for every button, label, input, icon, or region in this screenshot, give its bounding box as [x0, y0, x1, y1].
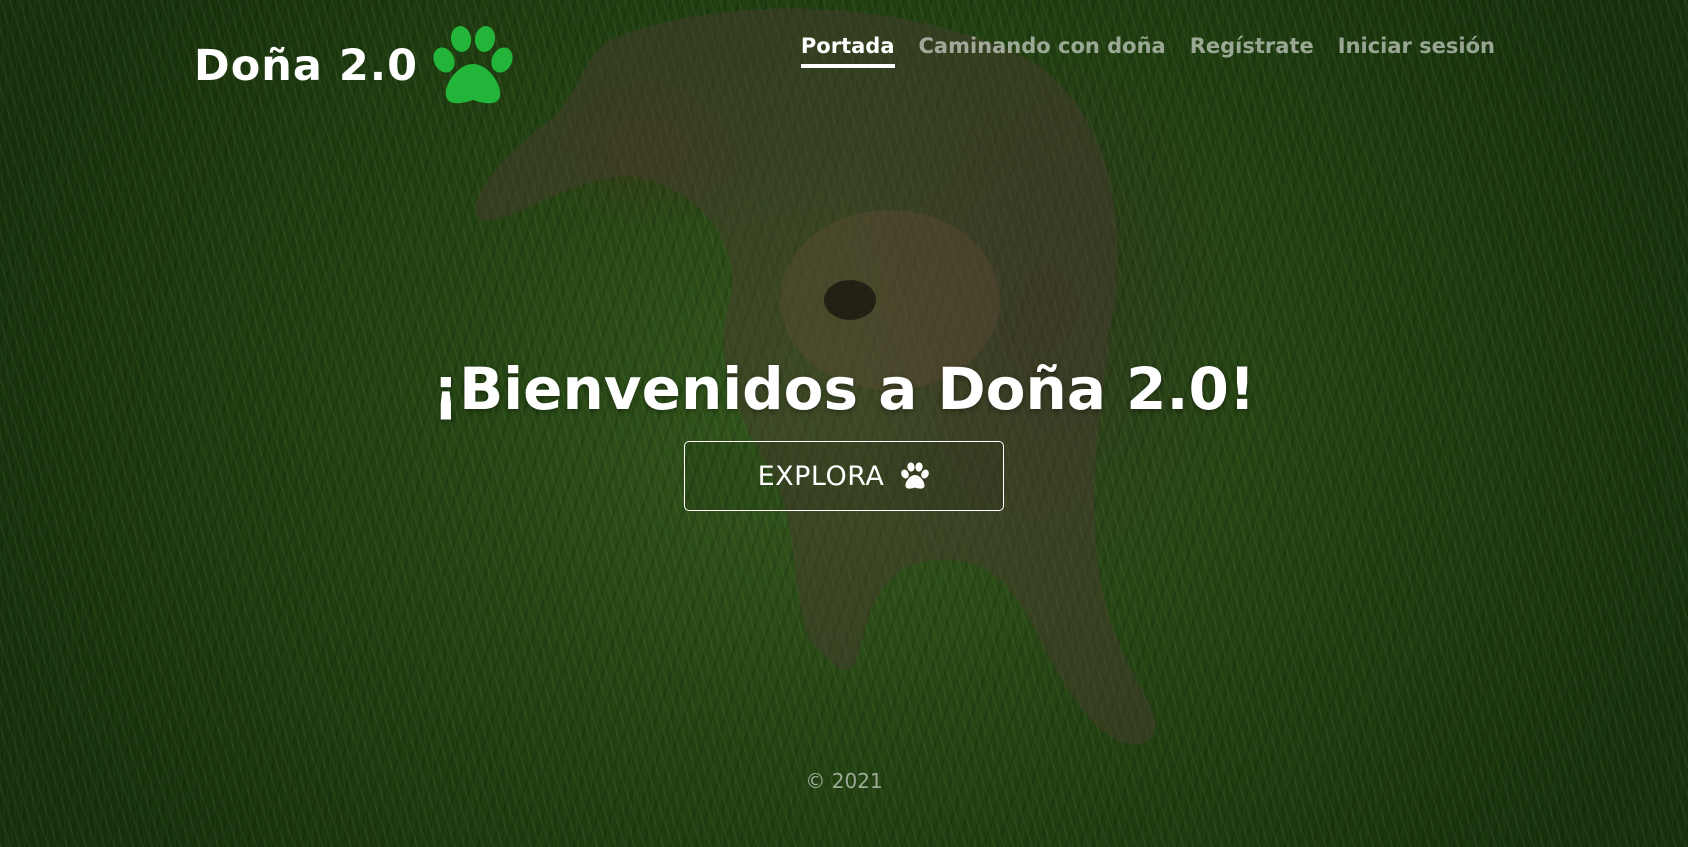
brand-name: Doña 2.0	[194, 41, 419, 91]
paw-icon	[901, 462, 930, 489]
hero-content: ¡Bienvenidos a Doña 2.0! EXPLORA	[0, 355, 1688, 511]
nav-link-portada[interactable]: Portada	[800, 34, 895, 68]
brand-logo-link[interactable]: Doña 2.0	[194, 26, 516, 106]
copyright-text: © 2021	[805, 769, 883, 793]
explore-button[interactable]: EXPLORA	[684, 441, 1004, 511]
site-header: Doña 2.0 Portada Caminando con doña Regí…	[0, 0, 1688, 110]
paw-icon	[433, 26, 513, 104]
nav-link-registrate[interactable]: Regístrate	[1190, 34, 1314, 68]
nav-link-caminando[interactable]: Caminando con doña	[919, 34, 1166, 68]
main-navigation: Portada Caminando con doña Regístrate In…	[777, 34, 1495, 68]
explore-button-label: EXPLORA	[757, 460, 885, 492]
site-footer: © 2021	[0, 769, 1688, 793]
nav-link-iniciar-sesion[interactable]: Iniciar sesión	[1338, 34, 1495, 68]
hero-heading: ¡Bienvenidos a Doña 2.0!	[432, 355, 1256, 423]
